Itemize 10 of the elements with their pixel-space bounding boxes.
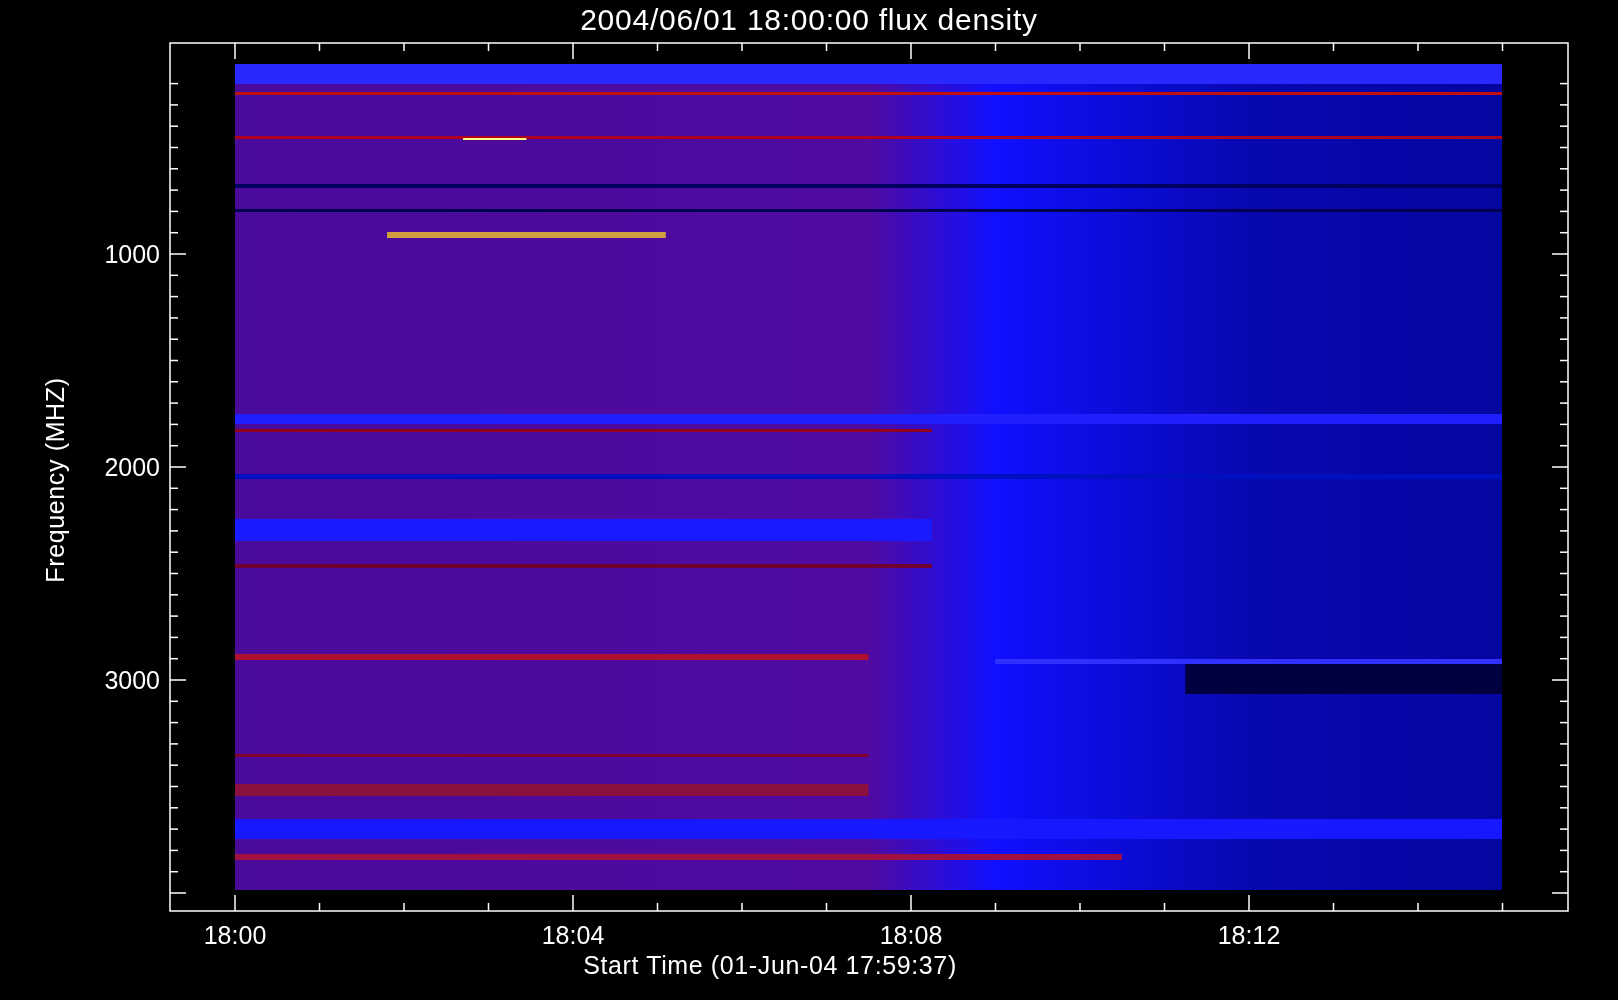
x-tick-label: 18:04 <box>540 920 606 950</box>
y-axis-label: Frequency (MHZ) <box>40 376 70 585</box>
y-tick-label: 2000 <box>103 452 160 482</box>
x-tick-label: 18:00 <box>202 920 268 950</box>
x-tick-label: 18:12 <box>1216 920 1282 950</box>
x-tick-label: 18:08 <box>878 920 944 950</box>
y-tick-label: 3000 <box>103 665 160 695</box>
x-axis-label: Start Time (01-Jun-04 17:59:37) <box>582 950 958 980</box>
y-tick-label: 1000 <box>103 239 160 269</box>
chart-title: 2004/06/01 18:00:00 flux density <box>579 2 1039 38</box>
